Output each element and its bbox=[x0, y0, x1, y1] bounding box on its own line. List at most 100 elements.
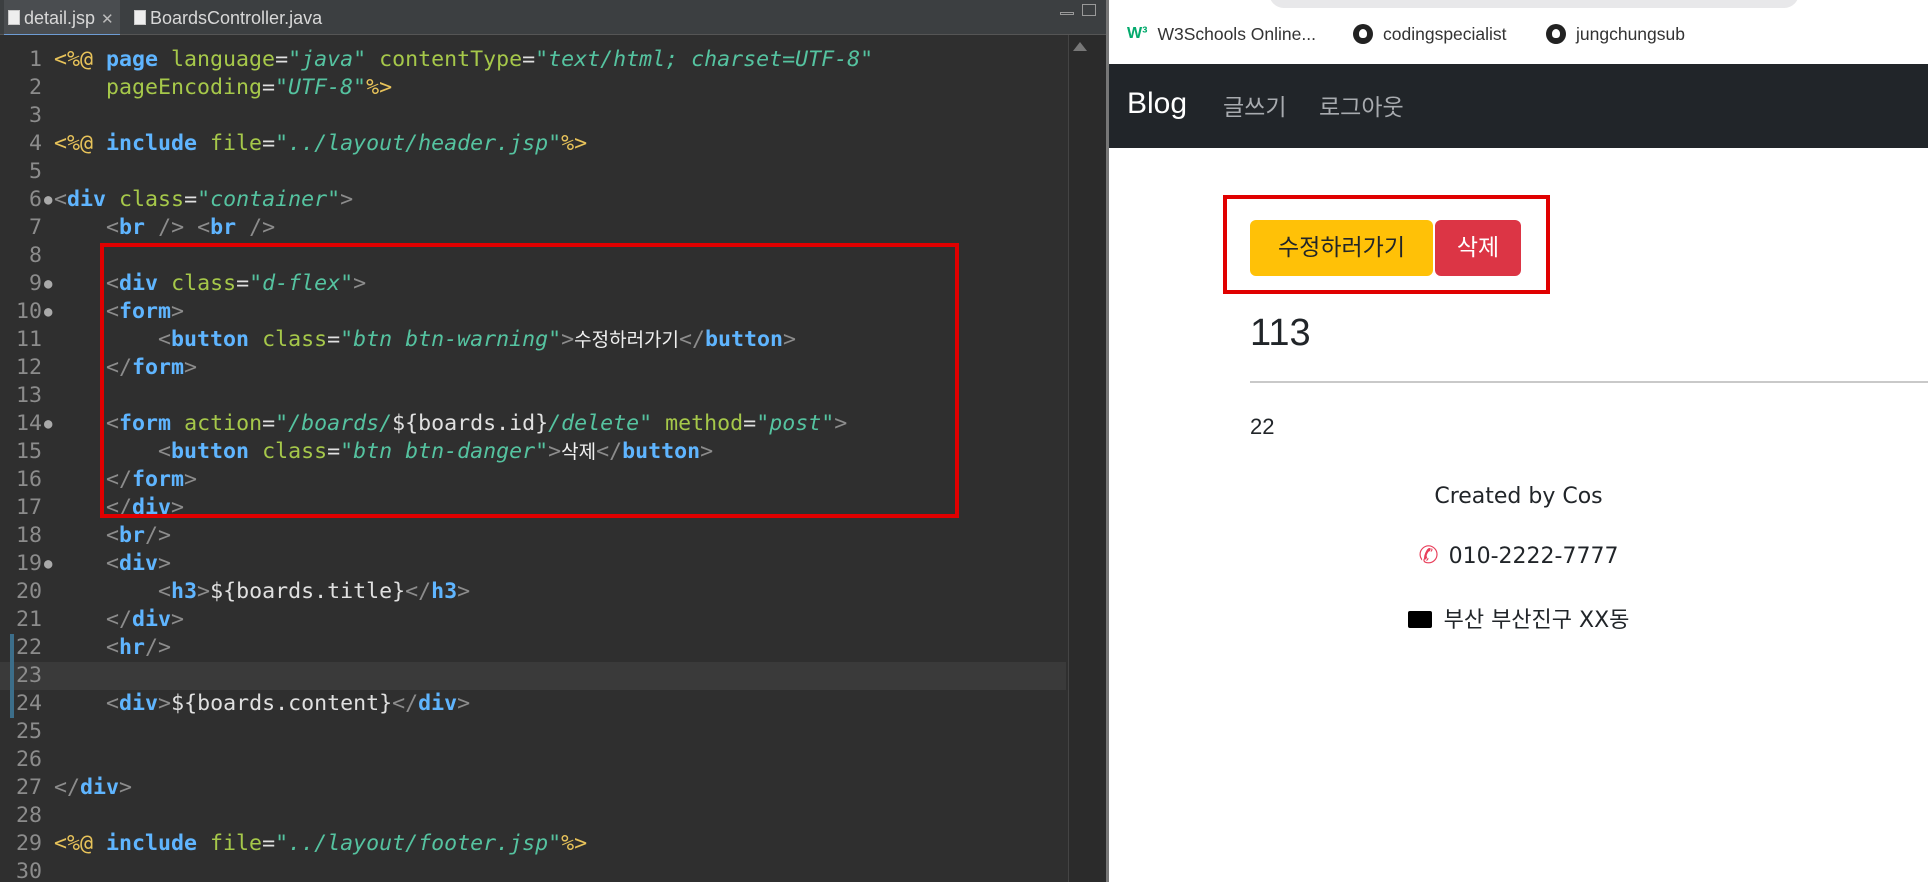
code-token: br bbox=[119, 523, 146, 548]
bookmark-w3schools[interactable]: W³ W3Schools Online... bbox=[1127, 24, 1316, 45]
code-line[interactable]: 2 pageEncoding="UTF-8"%> bbox=[0, 74, 1066, 102]
code-text: <hr/> bbox=[54, 634, 171, 662]
line-number: 25 bbox=[15, 719, 42, 744]
line-number: 12 bbox=[15, 355, 42, 380]
minimize-icon[interactable] bbox=[1060, 12, 1074, 15]
code-token: = bbox=[522, 47, 536, 72]
code-text: <div> bbox=[54, 550, 171, 578]
code-token: <%@ bbox=[54, 831, 107, 856]
code-line[interactable]: 19 ● <div> bbox=[0, 550, 1066, 578]
envelope-icon bbox=[1407, 610, 1432, 628]
code-line[interactable]: 29 <%@ include file="../layout/footer.jsp… bbox=[0, 830, 1066, 858]
code-token: page bbox=[106, 47, 159, 72]
code-token: h3 bbox=[171, 579, 198, 604]
edit-button[interactable]: 수정하러가기 bbox=[1250, 220, 1433, 276]
code-token: > bbox=[197, 579, 211, 604]
nav-link-logout[interactable]: 로그아웃 bbox=[1319, 88, 1404, 122]
code-line[interactable]: 26 bbox=[0, 746, 1066, 774]
code-token: div bbox=[418, 691, 458, 716]
tab-detail-jsp[interactable]: detail.jsp ✕ bbox=[4, 0, 120, 36]
line-number: 7 bbox=[28, 215, 42, 240]
navbar-brand[interactable]: Blog bbox=[1127, 87, 1187, 121]
footer-phone: ✆ 010-2222-7777 bbox=[1109, 541, 1928, 569]
code-token: "../layout/header.jsp" bbox=[275, 131, 562, 156]
code-line[interactable]: 6 ● <div class="container"> bbox=[0, 186, 1066, 214]
fold-marker-icon[interactable]: ● bbox=[44, 550, 52, 578]
code-token: "java" bbox=[288, 47, 367, 72]
code-line[interactable]: 5 bbox=[0, 158, 1066, 186]
github-icon bbox=[1546, 23, 1566, 44]
code-line[interactable]: 27 </div> bbox=[0, 774, 1066, 802]
tab-boards-controller[interactable]: BoardsController.java bbox=[128, 0, 328, 34]
code-line[interactable]: 18 <br/> bbox=[0, 522, 1066, 550]
code-token: < bbox=[158, 579, 172, 604]
delete-button[interactable]: 삭제 bbox=[1435, 220, 1521, 276]
line-number: 11 bbox=[15, 327, 42, 352]
line-number: 21 bbox=[15, 607, 42, 632]
code-token: /> bbox=[145, 635, 172, 660]
bookmark-codingspecialist[interactable]: codingspecialist bbox=[1353, 23, 1507, 45]
close-icon[interactable]: ✕ bbox=[101, 11, 114, 28]
code-token: > bbox=[158, 691, 172, 716]
line-number: 22 bbox=[15, 635, 42, 660]
jsp-file-icon bbox=[8, 10, 20, 26]
maximize-icon[interactable] bbox=[1082, 4, 1096, 16]
footer-address-text: 부산 부산진구 XX동 bbox=[1443, 608, 1630, 633]
code-token: > bbox=[457, 691, 471, 716]
code-token: ${boards.content} bbox=[171, 691, 393, 716]
bookmark-jungchungsub[interactable]: jungchungsub bbox=[1546, 23, 1685, 45]
code-line[interactable]: 25 bbox=[0, 718, 1066, 746]
fold-marker-icon[interactable]: ● bbox=[44, 186, 52, 214]
line-number: 23 bbox=[15, 663, 42, 688]
code-token: </ bbox=[405, 579, 432, 604]
code-token: <%@ bbox=[54, 131, 107, 156]
fold-marker-icon[interactable]: ● bbox=[44, 410, 52, 438]
code-line[interactable]: 7 <br /> <br /> bbox=[0, 214, 1066, 242]
code-line[interactable]: 21 </div> bbox=[0, 606, 1066, 634]
code-line[interactable]: 24 <div>${boards.content}</div> bbox=[0, 690, 1066, 718]
code-editor[interactable]: detail.jsp ✕ BoardsController.java 1 <%@ p… bbox=[0, 0, 1106, 882]
line-number: 16 bbox=[15, 467, 42, 492]
bookmark-label: jungchungsub bbox=[1576, 24, 1685, 44]
code-token: /> bbox=[158, 215, 185, 240]
fold-marker-icon[interactable]: ● bbox=[44, 298, 52, 326]
code-line[interactable]: 1 <%@ page language="java" contentType="t… bbox=[0, 46, 1066, 74]
code-token: h3 bbox=[431, 579, 458, 604]
code-token: "text/html; charset=UTF-8" bbox=[535, 47, 874, 72]
line-number: 29 bbox=[15, 831, 42, 856]
line-number: 10 bbox=[15, 299, 42, 324]
code-token: div bbox=[119, 551, 159, 576]
code-line[interactable]: 30 bbox=[0, 858, 1066, 882]
code-token: > bbox=[457, 579, 471, 604]
code-line[interactable]: 20 <h3>${boards.title}</h3> bbox=[0, 578, 1066, 606]
vertical-scrollbar[interactable] bbox=[1068, 35, 1106, 882]
line-number: 1 bbox=[28, 47, 42, 72]
nav-link-write[interactable]: 글쓰기 bbox=[1223, 88, 1286, 122]
code-line[interactable]: 23 bbox=[0, 662, 1066, 690]
code-line[interactable]: 22 <hr/> bbox=[0, 634, 1066, 662]
code-token: hr bbox=[119, 635, 146, 660]
tab-label: BoardsController.java bbox=[150, 8, 323, 28]
code-text: <div>${boards.content}</div> bbox=[54, 690, 470, 718]
code-token: </ bbox=[106, 607, 133, 632]
scroll-up-arrow-icon[interactable] bbox=[1073, 42, 1087, 51]
code-line[interactable]: 28 bbox=[0, 802, 1066, 830]
fold-marker-icon[interactable]: ● bbox=[44, 270, 52, 298]
line-number: 28 bbox=[15, 803, 42, 828]
line-number: 5 bbox=[28, 159, 42, 184]
address-bar[interactable] bbox=[1269, 0, 1799, 8]
code-token: < bbox=[54, 187, 68, 212]
code-token: /> bbox=[145, 523, 172, 548]
code-line[interactable]: 3 bbox=[0, 102, 1066, 130]
code-line[interactable]: 4 <%@ include file="../layout/header.jsp"… bbox=[0, 130, 1066, 158]
code-text: pageEncoding="UTF-8"%> bbox=[54, 74, 392, 102]
